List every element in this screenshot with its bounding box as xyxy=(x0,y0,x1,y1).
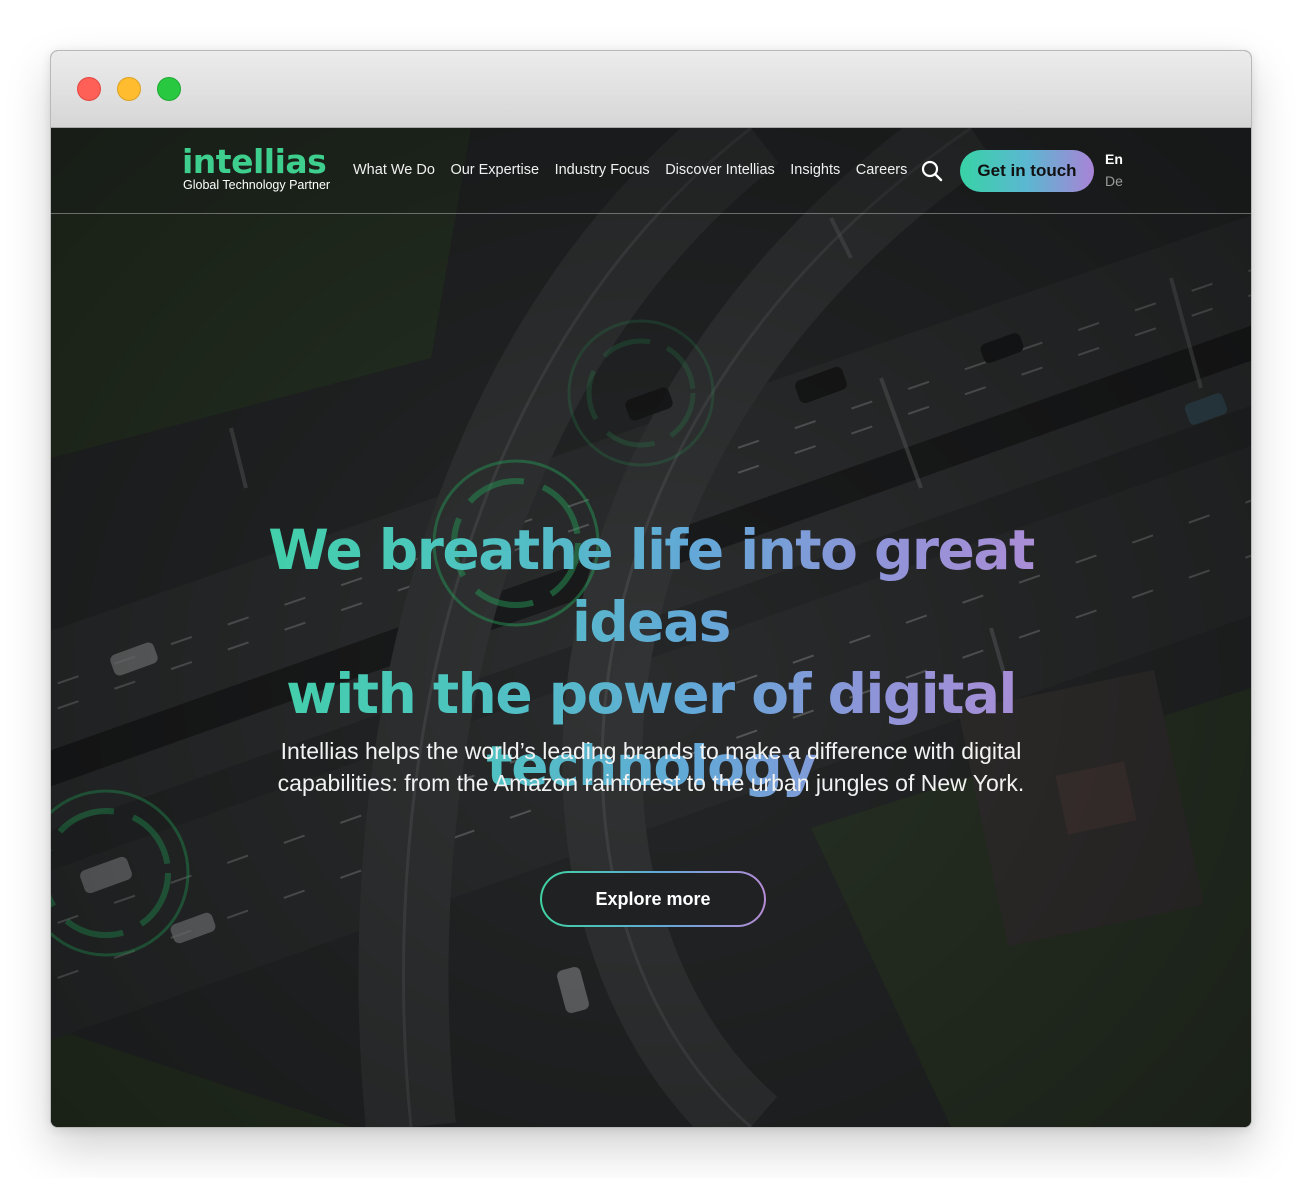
logo-wordmark: intellias xyxy=(182,142,327,181)
hero-subtitle-line-2: capabilities: from the Amazon rainforest… xyxy=(277,770,1025,796)
main-nav: What We Do Our Expertise Industry Focus … xyxy=(353,162,923,182)
minimize-window-button[interactable] xyxy=(117,77,141,101)
nav-item-insights[interactable]: Insights xyxy=(790,162,840,182)
nav-item-careers[interactable]: Careers xyxy=(856,162,908,182)
hero-title-line-1: We breathe life into great ideas xyxy=(268,518,1034,654)
hero-title-line-2: with the power of digital xyxy=(286,662,1016,726)
close-window-button[interactable] xyxy=(77,77,101,101)
hero-subtitle-line-1: Intellias helps the world’s leading bran… xyxy=(280,738,1022,764)
intellias-logo[interactable]: intellias Global Technology Partner xyxy=(182,144,342,194)
logo-tagline: Global Technology Partner xyxy=(183,178,331,192)
browser-titlebar xyxy=(51,51,1251,128)
nav-item-industry-focus[interactable]: Industry Focus xyxy=(555,162,650,182)
nav-item-discover-intellias[interactable]: Discover Intellias xyxy=(665,162,775,182)
site-header: intellias Global Technology Partner What… xyxy=(51,128,1251,214)
explore-more-button[interactable]: Explore more xyxy=(540,871,766,927)
explore-more-label: Explore more xyxy=(542,873,764,925)
browser-window: intellias Global Technology Partner What… xyxy=(50,50,1252,1128)
search-icon xyxy=(921,160,943,182)
language-en[interactable]: En xyxy=(1105,151,1123,167)
zoom-window-button[interactable] xyxy=(157,77,181,101)
page-viewport: intellias Global Technology Partner What… xyxy=(51,128,1251,1127)
hero-subtitle: Intellias helps the world’s leading bran… xyxy=(201,735,1101,799)
nav-item-what-we-do[interactable]: What We Do xyxy=(353,162,435,182)
nav-item-our-expertise[interactable]: Our Expertise xyxy=(450,162,539,182)
get-in-touch-button[interactable]: Get in touch xyxy=(960,150,1094,192)
language-de[interactable]: De xyxy=(1105,173,1123,189)
search-button[interactable] xyxy=(920,159,944,183)
